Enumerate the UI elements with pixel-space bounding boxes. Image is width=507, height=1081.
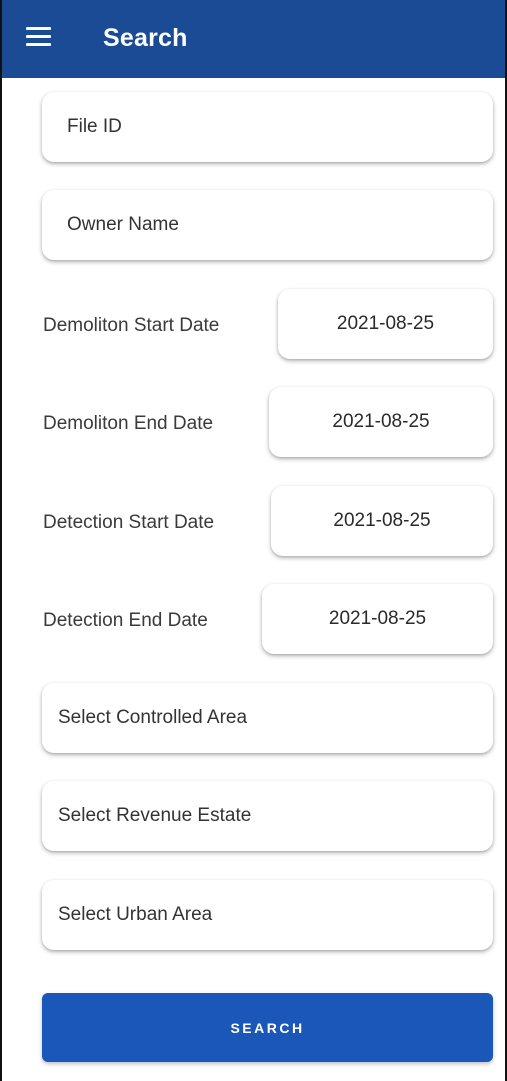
file-id-field[interactable]: File ID (42, 92, 493, 162)
controlled-area-select[interactable]: Select Controlled Area (42, 683, 493, 753)
controlled-area-select-label: Select Controlled Area (58, 707, 248, 728)
hamburger-menu-icon[interactable] (26, 27, 51, 47)
demolition-end-date-picker[interactable]: 2021-08-25 (269, 387, 493, 457)
revenue-estate-select[interactable]: Select Revenue Estate (42, 781, 493, 851)
owner-name-field[interactable]: Owner Name (42, 190, 493, 260)
demolition-end-date-label: Demoliton End Date (43, 413, 214, 434)
owner-name-placeholder: Owner Name (67, 214, 179, 235)
page-title: Search (103, 24, 188, 52)
detection-end-date-value: 2021-08-25 (328, 608, 427, 629)
app-bar: Search (2, 0, 505, 78)
detection-start-date-label: Detection Start Date (43, 512, 215, 533)
search-button[interactable]: SEARCH (42, 993, 493, 1062)
demolition-start-date-value: 2021-08-25 (336, 313, 435, 334)
detection-end-date-label: Detection End Date (43, 610, 208, 631)
search-button-label: SEARCH (230, 1019, 305, 1036)
revenue-estate-select-label: Select Revenue Estate (58, 805, 252, 826)
demolition-end-date-value: 2021-08-25 (332, 411, 430, 432)
demolition-start-date-picker[interactable]: 2021-08-25 (278, 289, 493, 359)
urban-area-select[interactable]: Select Urban Area (42, 880, 493, 950)
detection-start-date-picker[interactable]: 2021-08-25 (271, 486, 493, 556)
urban-area-select-label: Select Urban Area (58, 904, 213, 925)
detection-end-date-picker[interactable]: 2021-08-25 (262, 584, 493, 654)
demolition-start-date-label: Demoliton Start Date (43, 315, 220, 336)
detection-start-date-value: 2021-08-25 (333, 510, 431, 531)
file-id-placeholder: File ID (67, 116, 122, 137)
